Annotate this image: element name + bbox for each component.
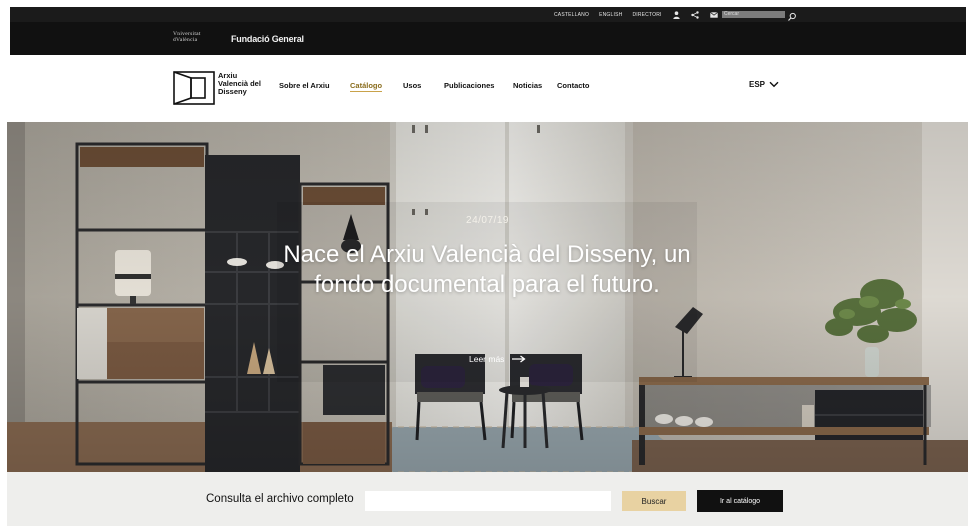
brand-name[interactable]: Arxiu Valencià del Disseny xyxy=(218,72,261,96)
fundacio-general-logo[interactable]: Fundació General xyxy=(231,34,304,44)
nav-item-catalogo[interactable]: Catálogo xyxy=(350,81,383,92)
utility-search-input[interactable]: Cercar xyxy=(722,11,785,18)
utility-links: CASTELLANO ENGLISH DIRECTORI xyxy=(554,7,719,22)
catalog-search-bar: Consulta el archivo completo Buscar Ir a… xyxy=(7,472,968,526)
directori-link[interactable]: DIRECTORI xyxy=(632,12,661,18)
go-to-catalog-button[interactable]: Ir al catálogo xyxy=(697,490,783,512)
search-icon[interactable] xyxy=(787,9,797,21)
arrow-right-icon xyxy=(512,355,527,363)
hero-title[interactable]: Nace el Arxiu Valencià del Disseny, un f… xyxy=(277,240,697,300)
share-icon[interactable] xyxy=(691,10,700,19)
hero-banner: 24/07/19 Nace el Arxiu Valencià del Diss… xyxy=(7,122,968,472)
arxiu-logo-icon[interactable] xyxy=(173,67,215,109)
utility-bar: CASTELLANO ENGLISH DIRECTORI Cercar xyxy=(10,7,966,22)
search-button[interactable]: Buscar xyxy=(622,491,686,511)
search-heading: Consulta el archivo completo xyxy=(206,493,354,505)
language-selector[interactable]: ESP xyxy=(749,80,779,89)
nav-item-usos[interactable]: Usos xyxy=(403,81,421,90)
chevron-down-icon xyxy=(769,81,779,88)
mail-icon[interactable] xyxy=(710,10,719,19)
nav-item-sobre-el-arxiu[interactable]: Sobre el Arxiu xyxy=(279,81,330,90)
user-icon[interactable] xyxy=(672,10,681,19)
read-more-link[interactable]: Leer más xyxy=(469,354,527,364)
hero-date: 24/07/19 xyxy=(466,215,509,226)
nav-item-noticias[interactable]: Noticias xyxy=(513,81,542,90)
language-label: ESP xyxy=(749,80,766,89)
main-navigation: Arxiu Valencià del Disseny Sobre el Arxi… xyxy=(10,55,966,122)
universitat-logo[interactable]: Vniversitat dValència xyxy=(173,31,201,43)
catalog-search-input[interactable] xyxy=(365,491,611,511)
nav-item-publicaciones[interactable]: Publicaciones xyxy=(444,81,494,90)
nav-item-contacto[interactable]: Contacto xyxy=(557,81,590,90)
lang-link-castellano[interactable]: CASTELLANO xyxy=(554,12,589,18)
lang-link-english[interactable]: ENGLISH xyxy=(599,12,622,18)
read-more-label: Leer más xyxy=(469,354,505,364)
university-bar: Vniversitat dValència Fundació General xyxy=(10,22,966,55)
